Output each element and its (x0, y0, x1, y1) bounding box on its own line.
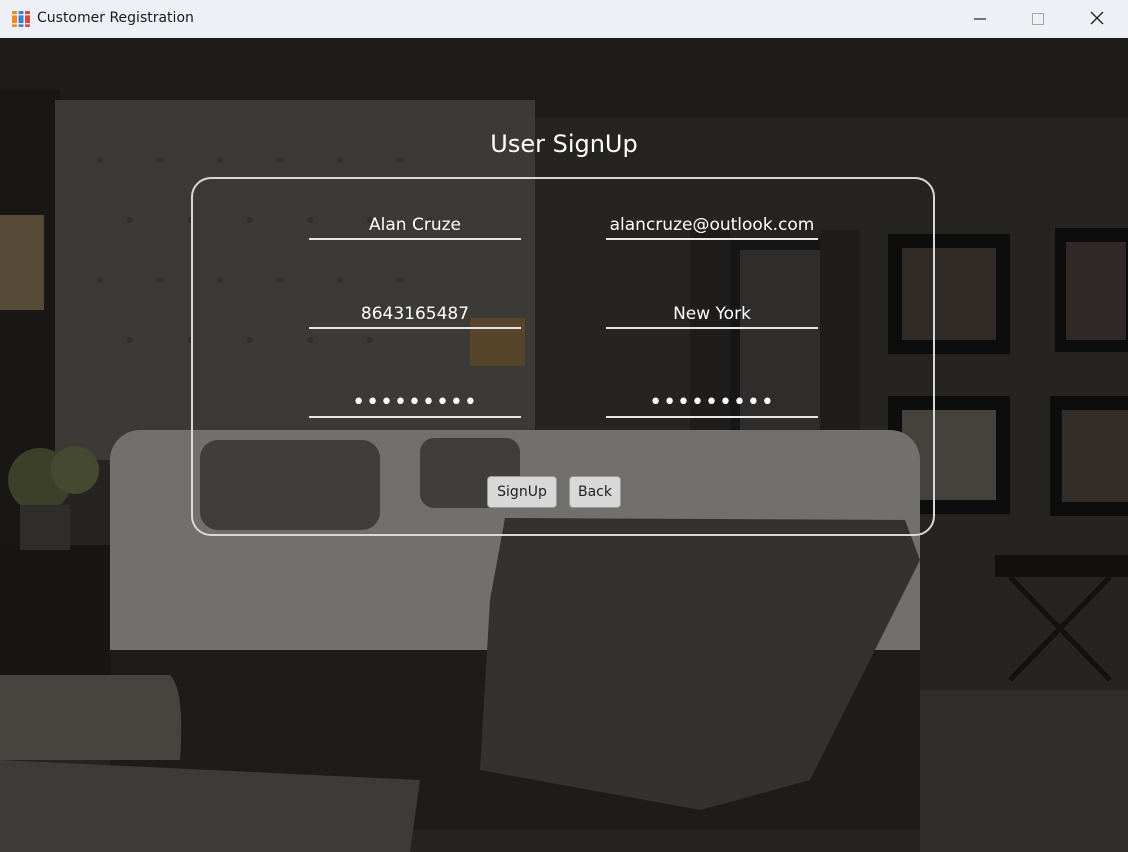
title-bar[interactable]: Customer Registration (0, 0, 1128, 39)
phone-field[interactable]: 8643165487 (309, 299, 521, 329)
minimize-button[interactable] (951, 0, 1009, 38)
confirm-password-field[interactable]: ••••••••• (606, 388, 818, 418)
password-field[interactable]: ••••••••• (309, 388, 521, 418)
back-button[interactable]: Back (569, 476, 621, 508)
maximize-icon (1032, 10, 1044, 29)
app-books-icon (11, 9, 31, 29)
close-icon (1090, 10, 1104, 29)
close-button[interactable] (1068, 0, 1126, 38)
minimize-icon (974, 10, 986, 29)
name-field[interactable]: Alan Cruze (309, 210, 521, 240)
signup-form-panel (191, 177, 935, 536)
window-title: Customer Registration (37, 10, 194, 26)
email-field[interactable]: alancruze@outlook.com (606, 210, 818, 240)
city-field[interactable]: New York (606, 299, 818, 329)
signup-button[interactable]: SignUp (487, 476, 557, 508)
maximize-button[interactable] (1009, 0, 1067, 38)
app-window: Customer Registration User SignUp Alan C… (0, 0, 1128, 852)
form-title: User SignUp (490, 130, 638, 158)
